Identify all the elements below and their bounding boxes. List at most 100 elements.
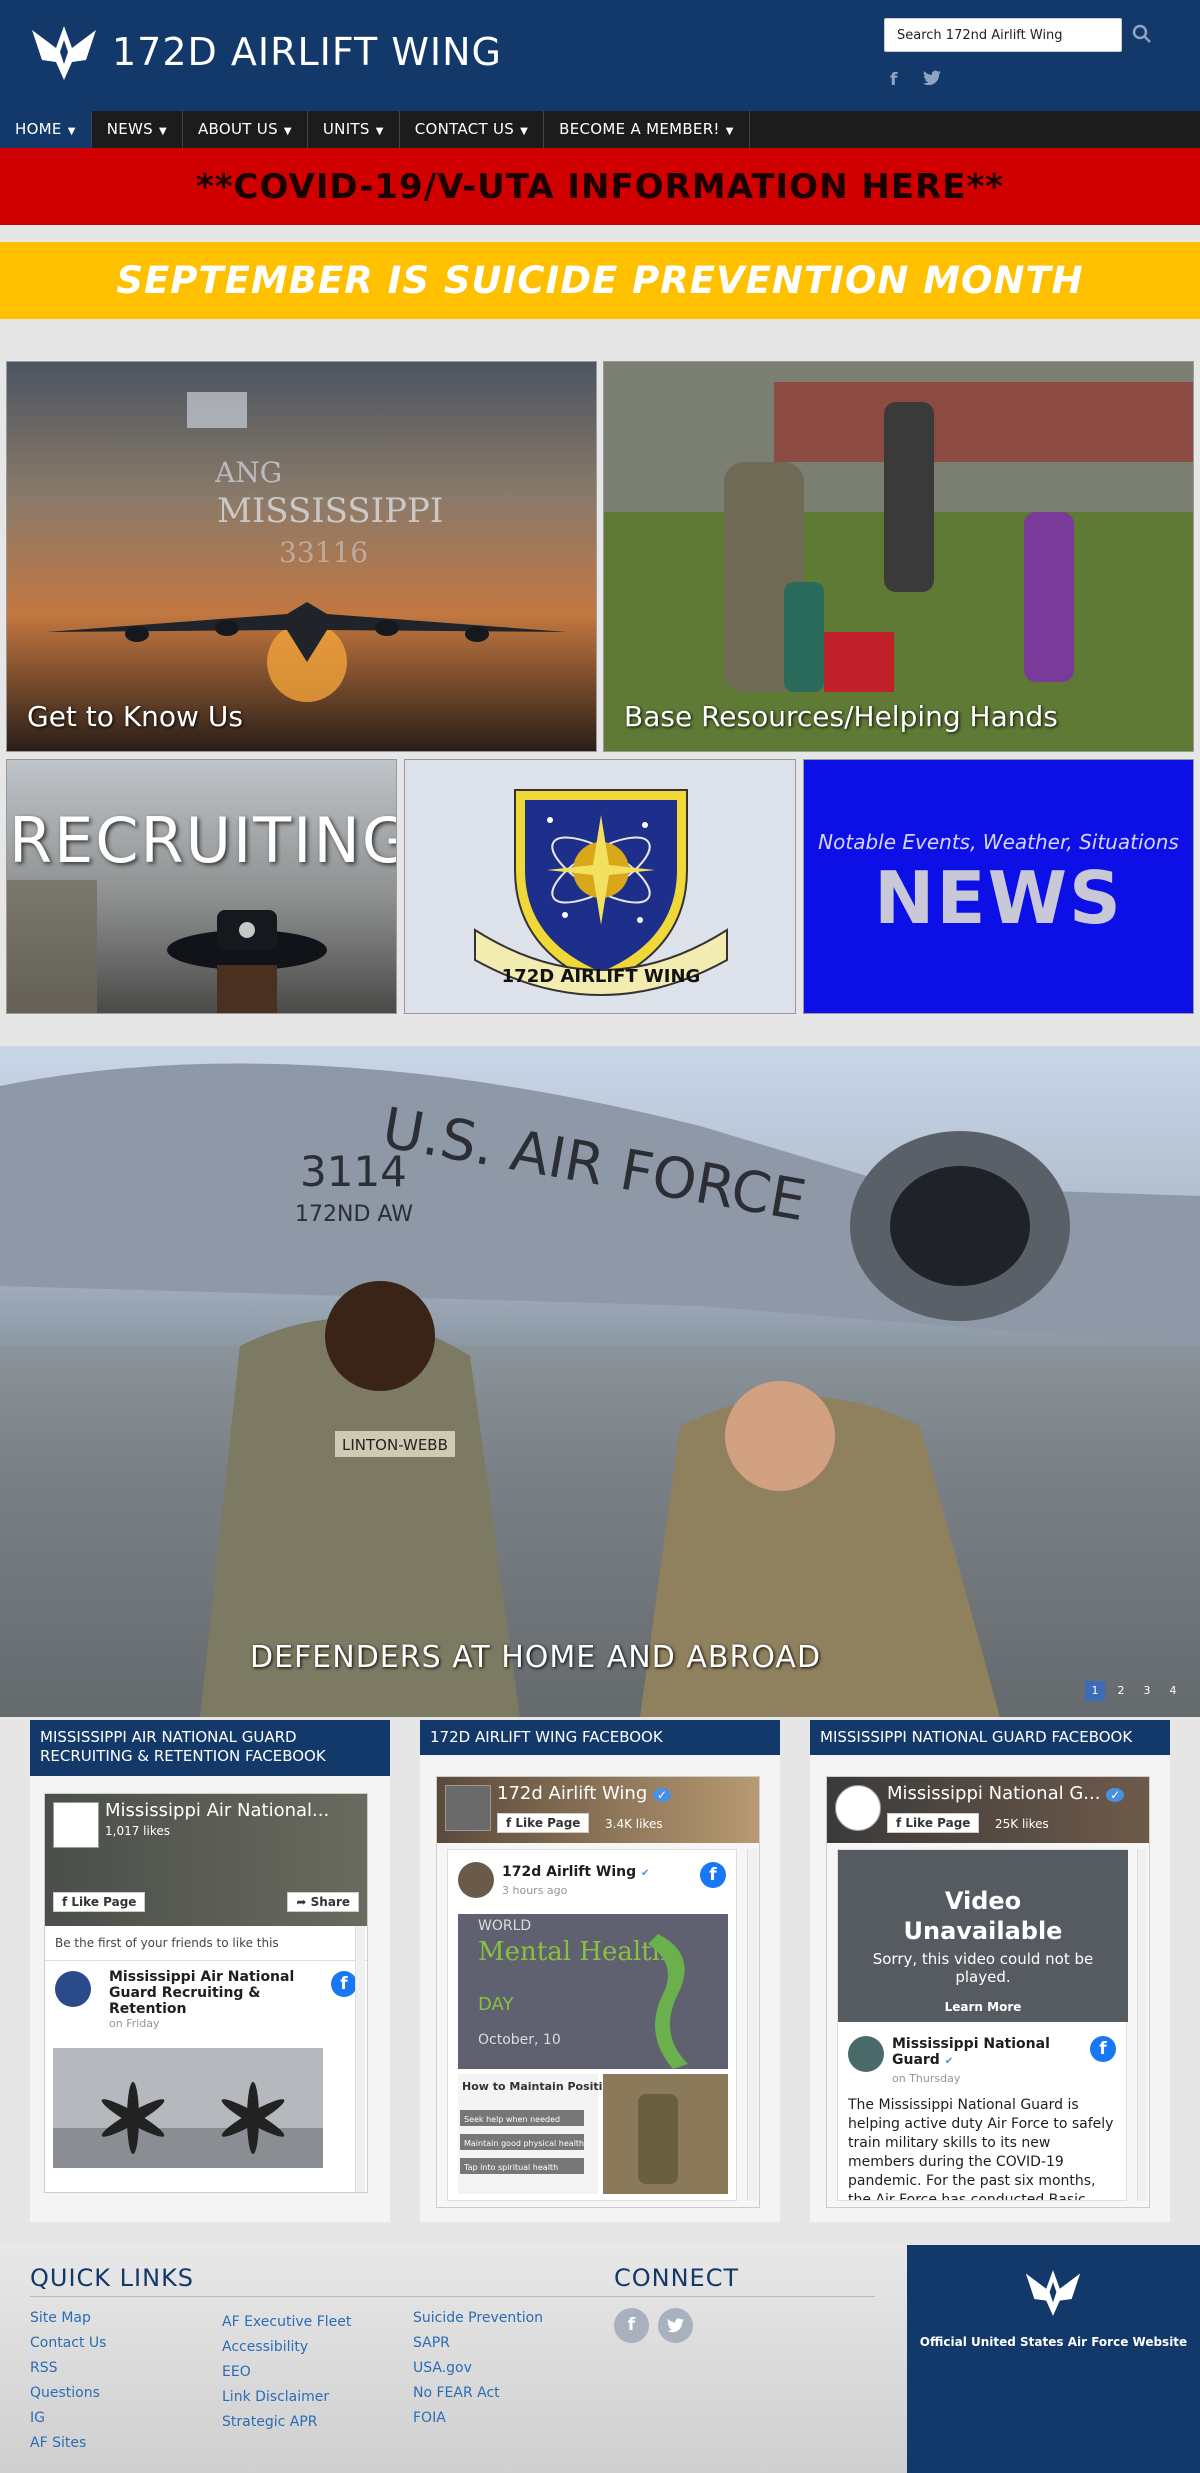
fb-page-name[interactable]: Mississippi Air National... <box>105 1800 329 1821</box>
connect-title: CONNECT <box>614 2264 740 2292</box>
like-page-button[interactable]: f Like Page <box>53 1892 146 1912</box>
site-title[interactable]: 172D AIRLIFT WING <box>112 30 502 74</box>
tail-number-text: 3114 <box>300 1147 407 1196</box>
carousel-page-1[interactable]: 1 <box>1085 1681 1105 1701</box>
mental-health-day-image: WORLD Mental Health DAY October, 10 How … <box>458 1914 728 2194</box>
link-strategic-apr[interactable]: Strategic APR <box>222 2414 351 2430</box>
page-avatar <box>445 1785 491 1831</box>
facebook-icon[interactable]: f <box>331 1971 357 1997</box>
learn-more-link[interactable]: Learn More <box>838 2000 1128 2014</box>
tile-label: Get to Know Us <box>27 700 243 733</box>
covid-banner[interactable]: **COVID-19/V-UTA INFORMATION HERE** <box>0 148 1200 225</box>
link-site-map[interactable]: Site Map <box>30 2310 106 2326</box>
link-contact-us[interactable]: Contact Us <box>30 2335 106 2351</box>
drill-instructor-image <box>7 880 327 1013</box>
scrollbar[interactable] <box>747 1849 757 2201</box>
chevron-down-icon: ▼ <box>67 126 76 137</box>
date-text: October, 10 <box>478 2032 561 2048</box>
post-time[interactable]: on Thursday <box>892 2072 960 2085</box>
tile-recruiting[interactable]: RECRUITING <box>6 759 397 1014</box>
twitter-icon[interactable] <box>923 70 942 91</box>
recruiting-text: RECRUITING <box>9 804 397 877</box>
verified-badge-icon: ✔ <box>944 2056 954 2067</box>
main-nav: HOME ▼ NEWS ▼ ABOUT US ▼ UNITS ▼ CONTACT US ▼… <box>0 111 1200 148</box>
connect-social-links: f <box>614 2308 693 2343</box>
link-rss[interactable]: RSS <box>30 2360 106 2376</box>
fb-column-title: MISSISSIPPI AIR NATIONAL GUARD RECRUITIN… <box>30 1720 390 1776</box>
hero-carousel[interactable]: U.S. AIR FORCE 3114 172ND AW LINTON-WEBB <box>0 1046 1200 1717</box>
fb-post: 172d Airlift Wing ✔ 3 hours ago f WORLD … <box>447 1849 737 2201</box>
fb-page-name[interactable]: 172d Airlift Wing ✓ <box>497 1783 672 1804</box>
fb-page-cover: Mississippi National G... ✓ f Like Page … <box>827 1777 1149 1843</box>
post-time[interactable]: 3 hours ago <box>502 1884 567 1897</box>
link-usa-gov[interactable]: USA.gov <box>413 2360 543 2376</box>
share-button[interactable]: ➦ Share <box>287 1892 359 1912</box>
nav-item-contact-us[interactable]: CONTACT US ▼ <box>400 111 545 148</box>
nav-item-home[interactable]: HOME ▼ <box>0 111 92 148</box>
search-input[interactable] <box>884 18 1122 52</box>
shield-text: 172D AIRLIFT WING <box>502 966 701 987</box>
link-accessibility[interactable]: Accessibility <box>222 2339 351 2355</box>
link-foia[interactable]: FOIA <box>413 2410 543 2426</box>
nav-item-news[interactable]: NEWS ▼ <box>92 111 183 148</box>
post-time[interactable]: on Friday <box>109 2017 359 2030</box>
scrollbar[interactable] <box>355 1926 365 2192</box>
tile-get-to-know-us[interactable]: ANG MISSISSIPPI 33116 Get to Know Us <box>6 361 597 752</box>
nav-item-about-us[interactable]: ABOUT US ▼ <box>183 111 308 148</box>
carousel-page-2[interactable]: 2 <box>1111 1681 1131 1701</box>
post-author[interactable]: 172d Airlift Wing ✔ <box>502 1864 649 1880</box>
link-eeo[interactable]: EEO <box>222 2364 351 2380</box>
carousel-pager: 1 2 3 4 <box>1085 1681 1183 1701</box>
quick-links-col-2: AF Executive Fleet Accessibility EEO Lin… <box>222 2314 351 2430</box>
chevron-down-icon: ▼ <box>283 126 292 137</box>
scrollbar[interactable] <box>1137 1849 1147 2201</box>
news-subtitle: Notable Events, Weather, Situations <box>818 830 1179 854</box>
link-sapr[interactable]: SAPR <box>413 2335 543 2351</box>
post-author[interactable]: Mississippi National Guard ✔ <box>892 2036 1072 2068</box>
link-suicide-prevention[interactable]: Suicide Prevention <box>413 2310 543 2326</box>
tile-news[interactable]: Notable Events, Weather, Situations NEWS <box>803 759 1194 1014</box>
fb-page-name[interactable]: Mississippi National G... ✓ <box>887 1783 1125 1804</box>
af-website-text[interactable]: Official United States Air Force Website <box>907 2335 1200 2349</box>
fb-column-title: MISSISSIPPI NATIONAL GUARD FACEBOOK <box>810 1720 1170 1755</box>
tile-wing-shield[interactable]: 172D AIRLIFT WING <box>404 759 796 1014</box>
video-unavailable-panel[interactable]: Video Unavailable Sorry, this video coul… <box>838 1850 1128 2022</box>
nav-item-units[interactable]: UNITS ▼ <box>308 111 400 148</box>
video-unavailable-title: Video Unavailable <box>903 1887 1063 1945</box>
name-tag-text: LINTON-WEBB <box>342 1436 448 1454</box>
post-avatar <box>848 2036 884 2072</box>
link-ig[interactable]: IG <box>30 2410 106 2426</box>
like-page-button[interactable]: f Like Page <box>497 1813 590 1833</box>
air-force-logo-icon[interactable] <box>28 20 100 86</box>
quick-links-title: QUICK LINKS <box>30 2264 195 2292</box>
facebook-icon[interactable]: f <box>700 1862 726 1888</box>
fb-widget[interactable]: Mississippi Air National... 1,017 likes … <box>44 1793 368 2193</box>
carousel-page-4[interactable]: 4 <box>1163 1681 1183 1701</box>
like-page-button[interactable]: f Like Page <box>887 1813 980 1833</box>
carousel-page-3[interactable]: 3 <box>1137 1681 1157 1701</box>
facebook-icon[interactable]: f <box>614 2308 649 2343</box>
twitter-icon[interactable] <box>658 2308 693 2343</box>
search-icon[interactable] <box>1130 22 1154 46</box>
post-body: The Mississippi National Guard is helpin… <box>848 2097 1114 2200</box>
hero-caption: DEFENDERS AT HOME AND ABROAD <box>250 1640 822 1675</box>
fb-column-recruiting: MISSISSIPPI AIR NATIONAL GUARD RECRUITIN… <box>30 1720 390 2222</box>
fb-widget[interactable]: Mississippi National G... ✓ f Like Page … <box>826 1776 1150 2208</box>
c17-sunset-image: ANG MISSISSIPPI 33116 <box>47 392 567 702</box>
link-disclaimer[interactable]: Link Disclaimer <box>222 2389 351 2405</box>
nav-item-become-member[interactable]: BECOME A MEMBER! ▼ <box>544 111 750 148</box>
link-questions[interactable]: Questions <box>30 2385 106 2401</box>
wing-shield-emblem-icon: 172D AIRLIFT WING <box>474 789 728 996</box>
link-af-sites[interactable]: AF Sites <box>30 2435 106 2451</box>
post-author[interactable]: Mississippi Air National Guard Recruitin… <box>109 1969 309 2017</box>
propeller-aircraft-image <box>53 2048 323 2168</box>
fb-column-title: 172D AIRLIFT WING FACEBOOK <box>420 1720 780 1755</box>
link-no-fear-act[interactable]: No FEAR Act <box>413 2385 543 2401</box>
facebook-icon[interactable]: f <box>1090 2036 1116 2062</box>
facebook-icon[interactable]: f <box>890 70 897 91</box>
suicide-prevention-banner[interactable]: SEPTEMBER IS SUICIDE PREVENTION MONTH <box>0 242 1200 319</box>
tile-base-resources[interactable]: Base Resources/Helping Hands <box>603 361 1194 752</box>
link-af-executive-fleet[interactable]: AF Executive Fleet <box>222 2314 351 2330</box>
fb-widget[interactable]: 172d Airlift Wing ✓ f Like Page 3.4K lik… <box>436 1776 760 2208</box>
af-website-box[interactable] <box>907 2245 1200 2473</box>
